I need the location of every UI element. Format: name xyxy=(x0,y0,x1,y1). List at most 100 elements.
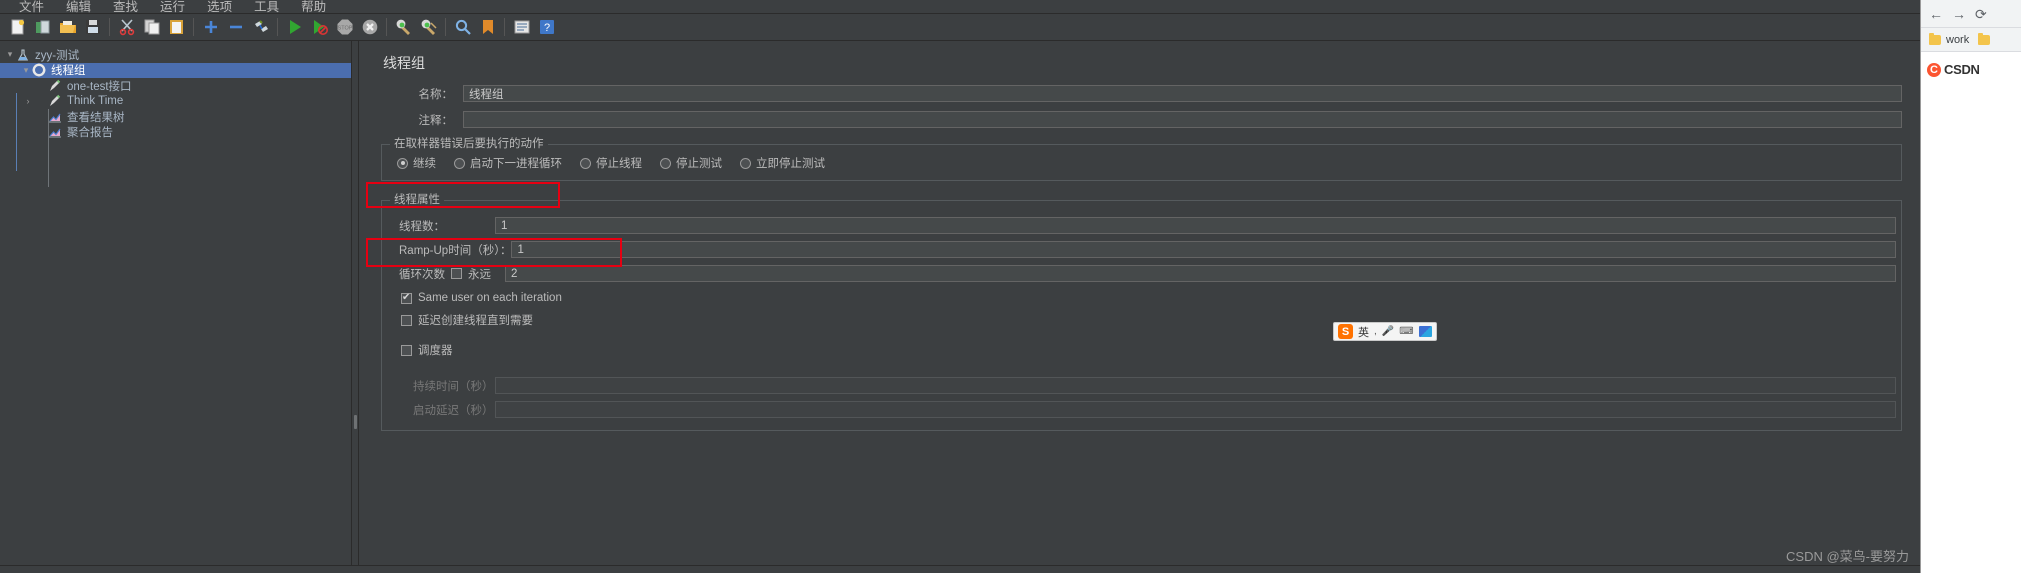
delay-create-checkbox[interactable] xyxy=(401,314,412,326)
ime-keyboard-icon[interactable] xyxy=(1418,326,1432,337)
radio-stop-test[interactable]: 停止测试 xyxy=(660,155,722,171)
app-root: 文件 编辑 查找 运行 选项 工具 帮助 STOP ? ▾ zyy-测试 ▾ 线… xyxy=(0,0,2021,573)
collapse-all-icon[interactable] xyxy=(223,15,248,40)
new-template-icon[interactable] xyxy=(30,15,55,40)
loop-count-row: 循环次数 永远 xyxy=(387,265,1896,282)
menu-run[interactable]: 运行 xyxy=(149,1,196,14)
menu-search[interactable]: 查找 xyxy=(102,1,149,14)
scheduler-row[interactable]: 调度器 xyxy=(387,339,1896,361)
radio-start-next-loop[interactable]: 启动下一进程循环 xyxy=(454,155,562,171)
search-icon[interactable] xyxy=(450,15,475,40)
radio-stop-test-indicator[interactable] xyxy=(660,157,671,169)
clear-all-icon[interactable] xyxy=(416,15,441,40)
forever-checkbox-indicator[interactable] xyxy=(451,268,462,279)
main-split: ▾ zyy-测试 ▾ 线程组 one-test接口 › Think Time 查… xyxy=(0,41,1920,565)
rampup-row: Ramp-Up时间（秒）： xyxy=(387,241,1896,258)
scheduler-checkbox[interactable] xyxy=(401,344,412,356)
status-bar xyxy=(0,565,1920,573)
csdn-site-name: CSDN xyxy=(1944,62,1980,77)
toolbar-separator xyxy=(109,18,110,36)
duration-row: 持续时间（秒） xyxy=(387,377,1896,394)
thread-properties-group: 线程属性 线程数： Ramp-Up时间（秒）： 循环次数 xyxy=(381,193,1902,431)
start-icon[interactable] xyxy=(282,15,307,40)
ime-punctuation-icon[interactable]: , xyxy=(1374,326,1377,337)
loop-count-input[interactable] xyxy=(505,265,1896,282)
radio-start-next-loop-indicator[interactable] xyxy=(454,157,465,169)
radio-stop-test-now-indicator[interactable] xyxy=(740,157,751,169)
tree-node-one-test-interface[interactable]: one-test接口 xyxy=(0,78,351,94)
same-user-row[interactable]: Same user on each iteration xyxy=(387,289,1896,307)
startup-delay-input[interactable] xyxy=(495,401,1896,418)
microphone-icon[interactable]: 🎤 xyxy=(1382,326,1394,337)
copy-icon[interactable] xyxy=(139,15,164,40)
function-helper-icon[interactable] xyxy=(509,15,534,40)
name-input[interactable] xyxy=(463,85,1902,102)
tree-node-label: Think Time xyxy=(67,95,124,108)
listener-icon xyxy=(48,125,64,139)
folder-icon[interactable] xyxy=(1978,32,1991,45)
same-user-checkbox[interactable] xyxy=(401,292,412,304)
start-no-timers-icon[interactable] xyxy=(307,15,332,40)
save-icon[interactable] xyxy=(80,15,105,40)
menu-options[interactable]: 选项 xyxy=(196,1,243,14)
threads-count-input[interactable] xyxy=(495,217,1896,234)
radio-continue-indicator[interactable] xyxy=(397,157,408,169)
comment-label: 注释： xyxy=(418,114,454,127)
toggle-icon[interactable] xyxy=(248,15,273,40)
tree-node-think-time[interactable]: › Think Time xyxy=(0,94,351,110)
new-file-icon[interactable] xyxy=(5,15,30,40)
menu-tools[interactable]: 工具 xyxy=(243,1,290,14)
comment-input[interactable] xyxy=(463,111,1902,128)
watermark: CSDN @菜鸟-要努力 xyxy=(1786,549,1909,564)
clear-icon[interactable] xyxy=(391,15,416,40)
menu-edit[interactable]: 编辑 xyxy=(55,1,102,14)
cut-icon[interactable] xyxy=(114,15,139,40)
thread-group-icon xyxy=(32,63,48,77)
test-plan-icon xyxy=(16,48,32,62)
menu-bar: 文件 编辑 查找 运行 选项 工具 帮助 xyxy=(0,0,1920,14)
help-icon[interactable]: ? xyxy=(534,15,559,40)
tree-node-thread-group[interactable]: ▾ 线程组 xyxy=(0,62,351,78)
reload-icon[interactable]: ⟳ xyxy=(1975,7,1987,21)
radio-stop-test-now[interactable]: 立即停止测试 xyxy=(740,155,825,171)
reset-search-icon[interactable] xyxy=(475,15,500,40)
delay-create-row[interactable]: 延迟创建线程直到需要 xyxy=(387,309,1896,331)
tree-node-label: 查看结果树 xyxy=(67,111,125,124)
startup-delay-row: 启动延迟（秒） xyxy=(387,401,1896,418)
test-plan-tree[interactable]: ▾ zyy-测试 ▾ 线程组 one-test接口 › Think Time 查… xyxy=(0,41,352,565)
forever-checkbox[interactable]: 永远 xyxy=(451,266,491,282)
sogou-logo-icon[interactable]: S xyxy=(1338,324,1353,339)
duration-input[interactable] xyxy=(495,377,1896,394)
rampup-input[interactable] xyxy=(511,241,1896,258)
stop-icon[interactable]: STOP xyxy=(332,15,357,40)
paste-icon[interactable] xyxy=(164,15,189,40)
browser-navbar: ← → ⟳ xyxy=(1921,0,2021,28)
back-icon[interactable]: ← xyxy=(1929,7,1943,21)
radio-stop-thread-indicator[interactable] xyxy=(580,157,591,169)
csdn-logo[interactable]: CSDN xyxy=(1927,62,2015,78)
chevron-right-icon[interactable]: › xyxy=(22,96,34,106)
radio-stop-thread[interactable]: 停止线程 xyxy=(580,155,642,171)
expand-all-icon[interactable] xyxy=(198,15,223,40)
open-icon[interactable] xyxy=(55,15,80,40)
forward-icon[interactable]: → xyxy=(1952,7,1966,21)
tree-node-label: zyy-测试 xyxy=(35,49,80,62)
chevron-down-icon[interactable]: ▾ xyxy=(20,65,32,76)
page-title: 线程组 xyxy=(383,55,425,71)
menu-file[interactable]: 文件 xyxy=(8,1,55,14)
tree-node-test-plan[interactable]: ▾ zyy-测试 xyxy=(0,47,351,63)
toolbar: STOP ? xyxy=(0,14,1920,41)
sampler-error-action-group: 在取样器错误后要执行的动作 继续 启动下一进程循环 停止线程 停止测试 立即停止… xyxy=(381,137,1902,181)
ime-mode-label[interactable]: 英 xyxy=(1358,324,1369,340)
folder-icon[interactable] xyxy=(1929,32,1941,45)
tree-node-aggregate-report[interactable]: 聚合报告 xyxy=(0,125,351,141)
ime-toolbox-icon[interactable]: ⌨ xyxy=(1399,326,1413,337)
chevron-down-icon[interactable]: ▾ xyxy=(4,49,16,60)
shutdown-icon[interactable] xyxy=(357,15,382,40)
tree-node-view-results-tree[interactable]: 查看结果树 xyxy=(0,109,351,125)
menu-help[interactable]: 帮助 xyxy=(290,1,337,14)
radio-continue[interactable]: 继续 xyxy=(397,155,436,171)
bookmark-work-label[interactable]: work xyxy=(1946,34,1969,46)
name-field-row: 名称： xyxy=(381,85,1902,102)
ime-toolbar[interactable]: S 英 , 🎤 ⌨ xyxy=(1333,322,1437,341)
